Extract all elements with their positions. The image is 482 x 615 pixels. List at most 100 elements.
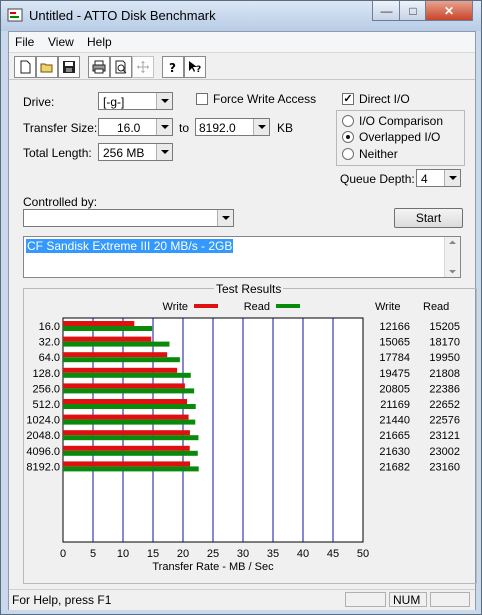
minimize-button[interactable]: — bbox=[372, 1, 401, 21]
chevron-down-icon bbox=[253, 119, 269, 135]
read-bar bbox=[63, 404, 196, 409]
toolbar: ? ? bbox=[9, 53, 475, 80]
menu-bar: File View Help bbox=[9, 32, 475, 53]
direct-io-label: Direct I/O bbox=[359, 92, 410, 106]
maximize-icon: □ bbox=[409, 3, 417, 18]
print-preview-icon bbox=[115, 60, 127, 74]
transfer-size-from-select[interactable]: 16.0 bbox=[98, 118, 173, 136]
force-write-checkbox[interactable] bbox=[196, 93, 208, 105]
x-tick-label: 45 bbox=[327, 548, 339, 560]
category-label: 128.0 bbox=[32, 368, 60, 380]
drive-value: [-g-] bbox=[103, 95, 125, 109]
write-value: 19475 bbox=[379, 368, 410, 380]
category-label: 2048.0 bbox=[26, 430, 60, 442]
read-value: 22386 bbox=[429, 383, 460, 395]
queue-depth-value: 4 bbox=[421, 172, 428, 186]
read-value: 23160 bbox=[429, 461, 460, 473]
title-bar: Untitled - ATTO Disk Benchmark — □ ✕ bbox=[1, 1, 481, 31]
to-label: to bbox=[179, 121, 190, 135]
legend-read-label: Read bbox=[244, 301, 270, 313]
help-button[interactable]: ? bbox=[162, 56, 184, 78]
write-value: 21169 bbox=[380, 399, 410, 411]
write-bar bbox=[63, 367, 178, 373]
description-scrollbar[interactable] bbox=[444, 237, 460, 277]
write-value: 20805 bbox=[379, 383, 410, 395]
write-column-header: Write bbox=[375, 301, 400, 313]
transfer-from-value: 16.0 bbox=[117, 121, 141, 135]
transfer-size-label: Transfer Size: bbox=[23, 121, 98, 135]
write-bar bbox=[63, 352, 168, 358]
drive-label: Drive: bbox=[23, 95, 55, 109]
chevron-down-icon bbox=[156, 144, 172, 160]
svg-text:?: ? bbox=[169, 61, 176, 74]
total-length-select[interactable]: 256 MB bbox=[98, 143, 173, 161]
x-tick-label: 30 bbox=[237, 548, 249, 560]
menu-help[interactable]: Help bbox=[87, 35, 112, 49]
test-results-group: Test Results 0 5 10 15 20 25 30 35 40 45 50 Transfe… bbox=[23, 282, 477, 584]
chevron-down-icon bbox=[444, 170, 460, 186]
legend-read-swatch bbox=[276, 304, 300, 308]
menu-file[interactable]: File bbox=[15, 35, 34, 49]
write-bar bbox=[63, 430, 190, 436]
print-button[interactable] bbox=[88, 56, 110, 78]
chevron-down-icon bbox=[156, 119, 172, 135]
x-tick-label: 15 bbox=[147, 548, 159, 560]
open-button[interactable] bbox=[36, 56, 58, 78]
open-icon bbox=[40, 63, 53, 73]
category-label: 16.0 bbox=[39, 321, 60, 333]
x-tick-label: 40 bbox=[297, 548, 309, 560]
transfer-to-value: 8192.0 bbox=[199, 121, 236, 135]
x-tick-label: 10 bbox=[117, 548, 129, 560]
write-value: 21630 bbox=[379, 446, 410, 458]
queue-depth-select[interactable]: 4 bbox=[416, 169, 461, 187]
write-value: 21682 bbox=[379, 461, 410, 473]
close-button[interactable]: ✕ bbox=[425, 1, 473, 21]
status-bar: For Help, press F1 NUM bbox=[9, 589, 475, 610]
read-column-header: Read bbox=[423, 301, 449, 313]
read-bar bbox=[63, 341, 170, 347]
direct-io-checkbox[interactable]: ✓ bbox=[342, 93, 354, 105]
status-panel-empty bbox=[345, 592, 386, 607]
save-button[interactable] bbox=[58, 56, 80, 78]
overlapped-io-radio[interactable] bbox=[342, 131, 354, 143]
read-bar bbox=[63, 466, 199, 472]
read-value: 23002 bbox=[429, 446, 460, 458]
queue-depth-label: Queue Depth: bbox=[340, 172, 415, 186]
write-value: 17784 bbox=[379, 352, 410, 364]
io-comparison-radio[interactable] bbox=[342, 115, 354, 127]
print-preview-button[interactable] bbox=[110, 56, 132, 78]
controlled-by-select[interactable] bbox=[23, 209, 234, 227]
x-axis-label: Transfer Rate - MB / Sec bbox=[152, 561, 274, 573]
write-bar bbox=[63, 445, 190, 451]
new-button[interactable] bbox=[14, 56, 36, 78]
category-label: 64.0 bbox=[39, 352, 60, 364]
move-button[interactable] bbox=[132, 56, 154, 78]
new-icon bbox=[20, 60, 31, 74]
transfer-size-to-select[interactable]: 8192.0 bbox=[195, 118, 270, 136]
context-help-button[interactable]: ? bbox=[184, 56, 206, 78]
neither-radio[interactable] bbox=[342, 148, 354, 160]
write-value: 12166 bbox=[379, 321, 410, 333]
read-bar bbox=[63, 450, 198, 456]
drive-select[interactable]: [-g-] bbox=[98, 92, 173, 110]
description-textbox[interactable]: CF Sandisk Extreme III 20 MB/s - 2GB bbox=[23, 236, 461, 278]
read-bar bbox=[63, 419, 196, 425]
menu-view[interactable]: View bbox=[48, 35, 74, 49]
read-bar bbox=[63, 372, 191, 378]
print-icon bbox=[92, 60, 106, 74]
total-length-label: Total Length: bbox=[23, 146, 92, 160]
chevron-down-icon bbox=[156, 93, 172, 109]
neither-label: Neither bbox=[359, 147, 398, 161]
write-bar bbox=[63, 336, 152, 342]
start-label: Start bbox=[415, 211, 442, 225]
maximize-button[interactable]: □ bbox=[399, 1, 427, 21]
app-icon bbox=[7, 8, 23, 22]
status-text: For Help, press F1 bbox=[12, 593, 112, 607]
results-chart: 0 5 10 15 20 25 30 35 40 45 50 Transfer Rate - MB /… bbox=[26, 301, 460, 573]
start-button[interactable]: Start bbox=[394, 208, 463, 228]
category-label: 256.0 bbox=[32, 383, 60, 395]
category-label: 4096.0 bbox=[26, 446, 60, 458]
legend-write-label: Write bbox=[163, 301, 188, 313]
close-icon: ✕ bbox=[443, 3, 455, 18]
read-bar bbox=[63, 357, 180, 363]
